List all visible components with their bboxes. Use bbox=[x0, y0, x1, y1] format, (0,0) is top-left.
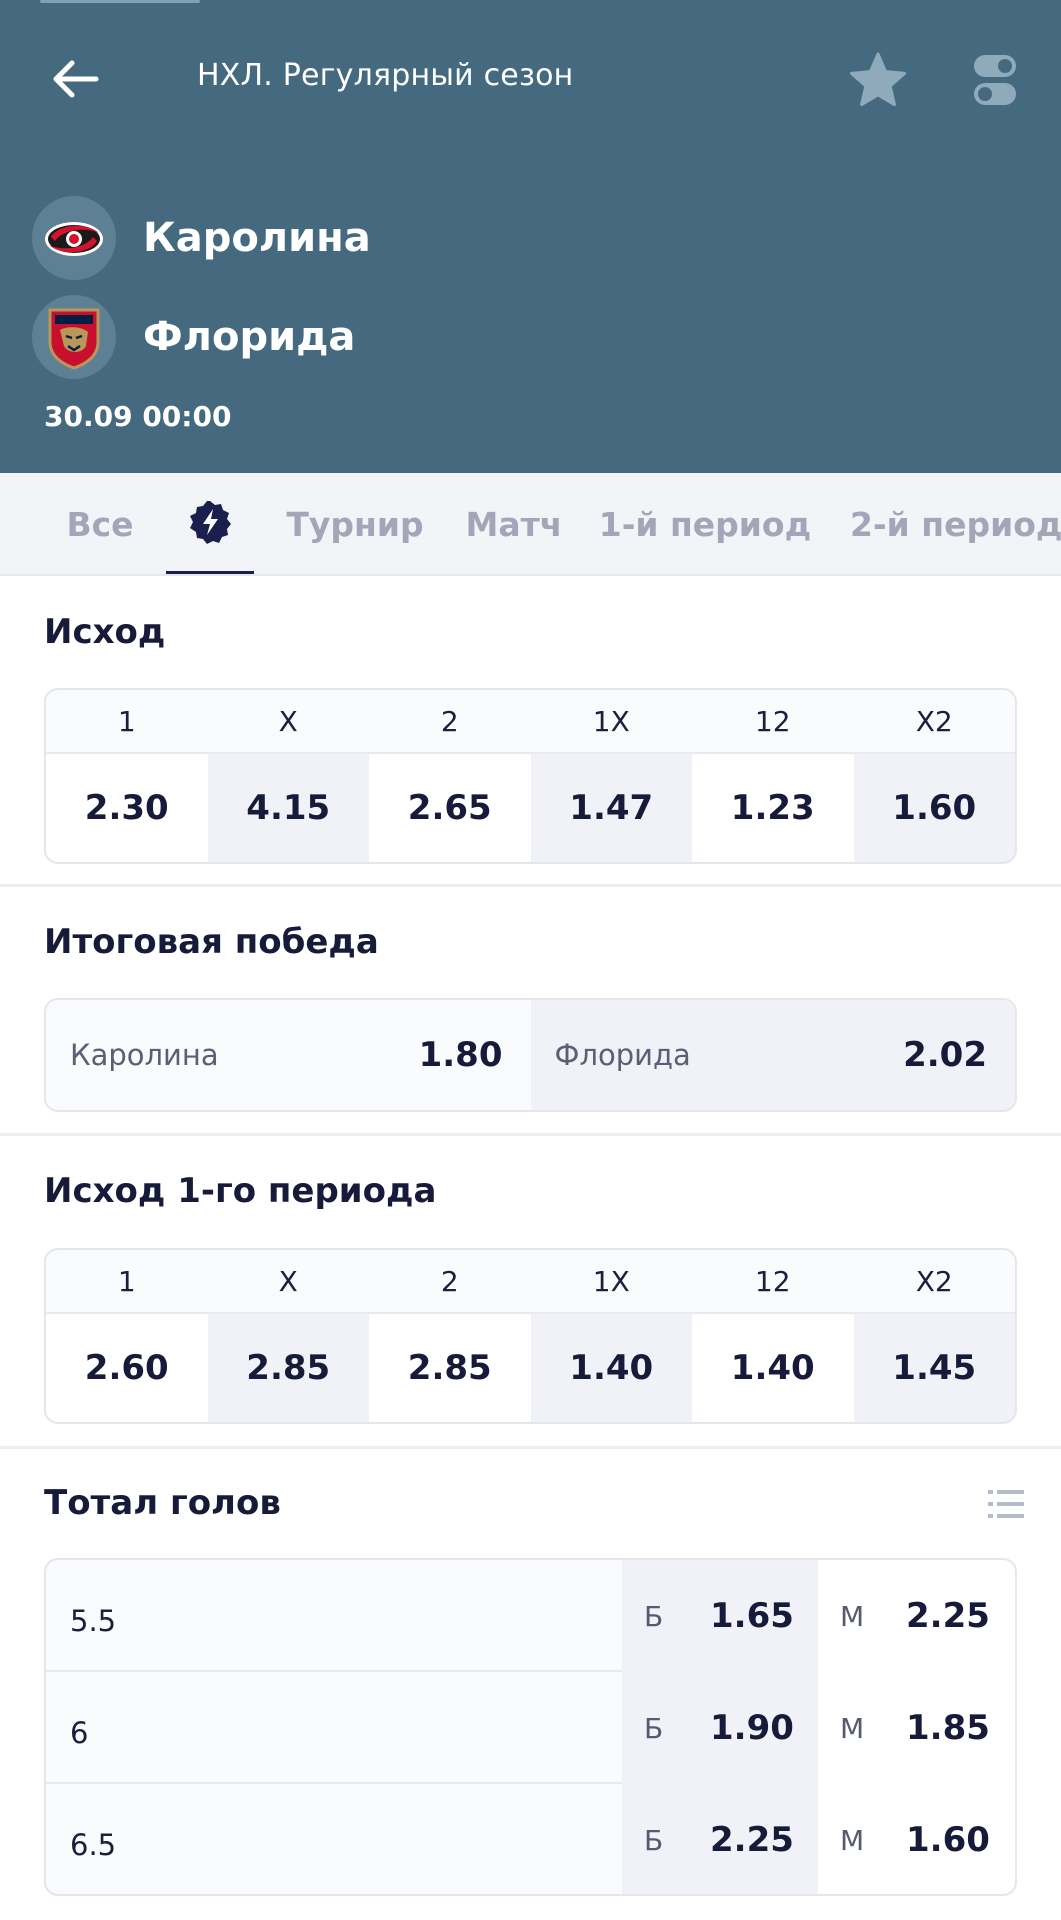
star-icon bbox=[850, 52, 906, 107]
match-header: НХЛ. Регулярный сезон Каролина Флорида 3… bbox=[0, 0, 1061, 473]
tab-period-2[interactable]: 2-й период bbox=[850, 473, 1061, 574]
final-win-market: Каролина 1.80 Флорида 2.02 bbox=[44, 998, 1017, 1112]
odd-button[interactable]: 2.65 bbox=[369, 754, 531, 862]
final-win-odd: 1.80 bbox=[418, 1035, 503, 1075]
total-under-button[interactable]: М 1.85 bbox=[818, 1672, 1015, 1784]
florida-panthers-logo bbox=[32, 295, 116, 379]
odd-button[interactable]: 1.23 bbox=[692, 754, 854, 862]
outcome-p1-market: 1 X 2 1X 12 X2 2.60 2.85 2.85 1.40 1.40 … bbox=[44, 1248, 1017, 1424]
team-home-name: Каролина bbox=[143, 215, 371, 261]
final-win-away-button[interactable]: Флорида 2.02 bbox=[530, 1000, 1015, 1110]
odd-button[interactable]: 2.60 bbox=[46, 1314, 208, 1422]
section-divider bbox=[0, 1446, 1061, 1449]
over-odd: 2.25 bbox=[710, 1820, 794, 1860]
outcome-p1-odds: 2.60 2.85 2.85 1.40 1.40 1.45 bbox=[46, 1314, 1015, 1422]
section-divider bbox=[0, 884, 1061, 887]
over-label: Б bbox=[644, 1711, 664, 1745]
outcome-p1-header: 2 bbox=[440, 1264, 459, 1298]
under-odd: 1.60 bbox=[906, 1820, 990, 1860]
total-over-button[interactable]: Б 2.25 bbox=[622, 1784, 818, 1894]
total-under-button[interactable]: М 1.60 bbox=[818, 1784, 1015, 1894]
over-label: Б bbox=[644, 1599, 664, 1633]
total-line: 5.5 bbox=[70, 1604, 117, 1638]
outcome-header: 1 bbox=[117, 704, 136, 738]
outcome-header: X bbox=[278, 704, 298, 738]
lightning-badge-icon bbox=[190, 501, 231, 544]
team-home: Каролина bbox=[32, 196, 371, 280]
total-line: 6.5 bbox=[70, 1828, 117, 1862]
display-toggle-button[interactable] bbox=[970, 52, 1020, 108]
tab-all[interactable]: Все bbox=[58, 473, 142, 574]
total-over-button[interactable]: Б 1.90 bbox=[622, 1672, 818, 1784]
match-time: 30.09 00:00 bbox=[44, 400, 232, 433]
table-row: 5.5 Б 1.65 М 2.25 bbox=[46, 1560, 1015, 1672]
over-label: Б bbox=[644, 1823, 664, 1857]
tab-fast-markets[interactable] bbox=[166, 473, 254, 574]
arrow-left-icon bbox=[53, 60, 99, 98]
odd-button[interactable]: 1.47 bbox=[530, 754, 692, 862]
under-label: М bbox=[840, 1599, 865, 1633]
table-row: 6 Б 1.90 М 1.85 bbox=[46, 1672, 1015, 1784]
outcome-title: Исход bbox=[44, 612, 166, 652]
outcome-p1-header: X bbox=[278, 1264, 298, 1298]
outcome-header: 1X bbox=[592, 704, 630, 738]
table-row: 6.5 Б 2.25 М 1.60 bbox=[46, 1784, 1015, 1894]
final-win-team: Флорида bbox=[554, 1038, 691, 1072]
total-under-button[interactable]: М 2.25 bbox=[818, 1560, 1015, 1672]
odd-button[interactable]: 4.15 bbox=[207, 754, 369, 862]
list-icon[interactable] bbox=[988, 1488, 1024, 1520]
final-win-team: Каролина bbox=[70, 1038, 219, 1072]
odd-button[interactable]: 2.85 bbox=[207, 1314, 369, 1422]
over-odd: 1.90 bbox=[710, 1708, 794, 1748]
odd-button[interactable]: 2.30 bbox=[46, 754, 208, 862]
outcome-p1-header: 1 bbox=[117, 1264, 136, 1298]
final-win-title: Итоговая победа bbox=[44, 922, 379, 962]
total-over-button[interactable]: Б 1.65 bbox=[622, 1560, 818, 1672]
odd-button[interactable]: 2.85 bbox=[369, 1314, 531, 1422]
toggle-switch-icon bbox=[974, 55, 1016, 105]
totals-market: 5.5 Б 1.65 М 2.25 6 Б 1.90 М 1.85 6.5 Б … bbox=[44, 1558, 1017, 1896]
totals-title: Тотал голов bbox=[44, 1483, 281, 1523]
outcome-market: 1 X 2 1X 12 X2 2.30 4.15 2.65 1.47 1.23 … bbox=[44, 688, 1017, 864]
tab-match[interactable]: Матч bbox=[462, 473, 566, 574]
final-win-home-button[interactable]: Каролина 1.80 bbox=[46, 1000, 531, 1110]
outcome-p1-header: 12 bbox=[754, 1264, 791, 1298]
outcome-header: 12 bbox=[754, 704, 791, 738]
odd-button[interactable]: 1.60 bbox=[853, 754, 1015, 862]
final-win-odd: 2.02 bbox=[903, 1035, 987, 1075]
under-odd: 2.25 bbox=[906, 1596, 990, 1636]
odd-button[interactable]: 1.40 bbox=[692, 1314, 854, 1422]
favorite-button[interactable] bbox=[845, 47, 911, 113]
tab-period-1[interactable]: 1-й период bbox=[598, 473, 812, 574]
total-line: 6 bbox=[70, 1716, 89, 1750]
over-odd: 1.65 bbox=[710, 1596, 794, 1636]
carolina-hurricanes-logo bbox=[32, 196, 116, 280]
outcome-headers: 1 X 2 1X 12 X2 bbox=[46, 690, 1015, 754]
under-label: М bbox=[840, 1711, 865, 1745]
back-button[interactable] bbox=[44, 48, 106, 110]
outcome-p1-title: Исход 1-го периода bbox=[44, 1171, 437, 1211]
status-strip bbox=[40, 0, 200, 3]
team-away: Флорида bbox=[32, 295, 355, 379]
outcome-p1-header: X2 bbox=[915, 1264, 953, 1298]
under-label: М bbox=[840, 1823, 865, 1857]
section-divider bbox=[0, 1133, 1061, 1136]
outcome-p1-headers: 1 X 2 1X 12 X2 bbox=[46, 1250, 1015, 1314]
odd-button[interactable]: 1.40 bbox=[530, 1314, 692, 1422]
odd-button[interactable]: 1.45 bbox=[853, 1314, 1015, 1422]
tab-tournament[interactable]: Турнир bbox=[284, 473, 426, 574]
under-odd: 1.85 bbox=[906, 1708, 990, 1748]
outcome-header: X2 bbox=[915, 704, 953, 738]
market-tabs: Все Турнир Матч 1-й период 2-й период bbox=[0, 473, 1061, 576]
outcome-header: 2 bbox=[440, 704, 459, 738]
outcome-p1-header: 1X bbox=[592, 1264, 630, 1298]
league-title: НХЛ. Регулярный сезон bbox=[197, 58, 574, 93]
team-away-name: Флорида bbox=[143, 314, 356, 360]
outcome-odds: 2.30 4.15 2.65 1.47 1.23 1.60 bbox=[46, 754, 1015, 862]
